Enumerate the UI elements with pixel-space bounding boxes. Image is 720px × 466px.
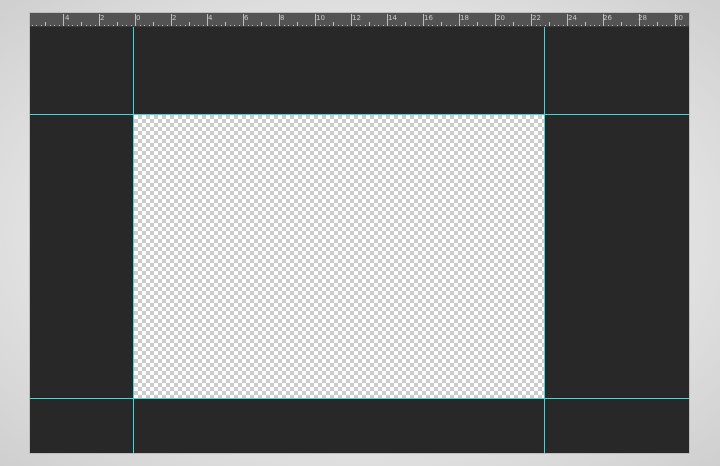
horizontal-guide-bottom[interactable]	[30, 398, 689, 399]
horizontal-guide-top[interactable]	[30, 114, 689, 115]
ruler-label: 0	[136, 14, 141, 22]
transparent-canvas[interactable]	[134, 115, 545, 399]
ruler-label: 4	[208, 14, 213, 22]
ruler-label: 16	[424, 14, 433, 22]
ruler-label: 22	[532, 14, 541, 22]
ruler-label: 30	[674, 14, 683, 22]
ruler-label: 8	[280, 14, 285, 22]
image-editor-window: 4 2 0 2 4 6 8 10 12 14 16 18 20 22 24 26…	[30, 13, 689, 453]
ruler-label: 18	[460, 14, 469, 22]
canvas-workspace[interactable]	[30, 27, 689, 453]
ruler-label: 4	[65, 14, 70, 22]
ruler-label: 12	[352, 14, 361, 22]
ruler-label: 26	[603, 14, 612, 22]
ruler-label: 10	[316, 14, 325, 22]
ruler-label: 20	[496, 14, 505, 22]
ruler-label: 14	[388, 14, 397, 22]
vertical-guide-right[interactable]	[544, 27, 545, 453]
ruler-label: 2	[100, 14, 105, 22]
ruler-label: 28	[638, 14, 647, 22]
vertical-guide-left[interactable]	[133, 27, 134, 453]
ruler-label: 24	[568, 14, 577, 22]
ruler-label: 6	[244, 14, 249, 22]
horizontal-ruler[interactable]: 4 2 0 2 4 6 8 10 12 14 16 18 20 22 24 26…	[30, 13, 689, 27]
ruler-label: 2	[172, 14, 177, 22]
